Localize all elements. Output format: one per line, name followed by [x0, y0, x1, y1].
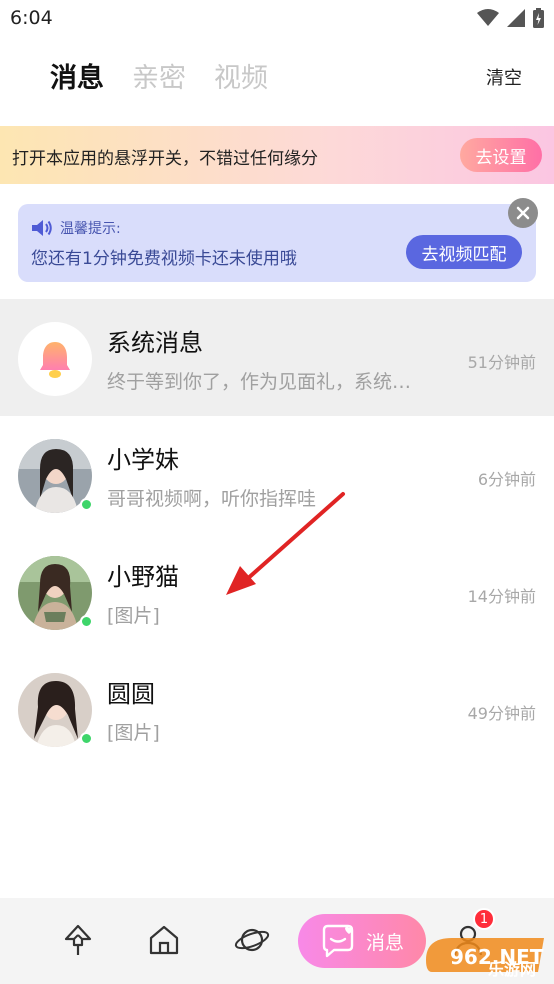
tip-title: 温馨提示:: [60, 221, 121, 237]
tip-header: 温馨提示:: [30, 218, 121, 238]
nav-tree[interactable]: [58, 920, 98, 960]
wifi-icon: [477, 9, 499, 26]
conversation-item[interactable]: 小野猫 [图片] 14分钟前: [0, 533, 554, 650]
conversation-preview: 终于等到你了，作为见面礼，系统…: [107, 371, 412, 393]
conversation-time: 14分钟前: [467, 587, 536, 606]
conversation-time: 49分钟前: [467, 704, 536, 723]
status-icons: [477, 8, 544, 28]
conversation-system[interactable]: 系统消息 终于等到你了，作为见面礼，系统… 51分钟前: [0, 299, 554, 416]
battery-icon: [533, 8, 544, 28]
go-settings-button[interactable]: 去设置: [460, 138, 542, 172]
chat-icon: [322, 924, 354, 958]
nav-planet[interactable]: [232, 920, 272, 960]
tip-card: 温馨提示: 您还有1分钟免费视频卡还未使用哦 去视频匹配: [18, 204, 536, 282]
clear-button[interactable]: 清空: [486, 64, 522, 90]
online-indicator: [80, 615, 93, 628]
tab-messages[interactable]: 消息: [50, 56, 104, 95]
nav-messages[interactable]: 消息: [298, 914, 426, 968]
close-icon: [516, 206, 530, 220]
online-indicator: [80, 498, 93, 511]
conversation-item[interactable]: 圆圆 [图片] 49分钟前: [0, 650, 554, 767]
conversation-name: 圆圆: [107, 680, 155, 708]
conversation-preview: [图片]: [107, 722, 160, 744]
conversation-name: 小野猫: [107, 563, 179, 591]
nav-messages-label: 消息: [365, 931, 404, 954]
float-banner-text: 打开本应用的悬浮开关，不错过任何缘分: [12, 149, 318, 169]
close-tip-button[interactable]: [508, 198, 538, 228]
conversation-preview: 哥哥视频啊，听你指挥哇: [107, 488, 317, 510]
bell-icon: [40, 342, 70, 378]
status-bar: 6:04: [0, 0, 554, 38]
watermark: 962.NET 乐游网: [416, 926, 550, 982]
conversation-preview: [图片]: [107, 605, 160, 627]
conversation-time: 51分钟前: [467, 353, 536, 372]
top-tabs: 消息 亲密 视频: [50, 56, 268, 95]
tree-icon: [64, 924, 92, 955]
video-match-button[interactable]: 去视频匹配: [406, 235, 522, 269]
conversation-name: 小学妹: [107, 446, 179, 474]
watermark-text: 乐游网: [487, 960, 536, 979]
nav-home[interactable]: [144, 920, 184, 960]
tip-body: 您还有1分钟免费视频卡还未使用哦: [31, 249, 297, 269]
speaker-icon: [32, 220, 52, 236]
tab-intimate[interactable]: 亲密: [132, 56, 186, 95]
signal-icon: [507, 9, 525, 27]
system-avatar: [18, 322, 92, 396]
conversation-item[interactable]: 小学妹 哥哥视频啊，听你指挥哇 6分钟前: [0, 416, 554, 533]
online-indicator: [80, 732, 93, 745]
tab-video[interactable]: 视频: [214, 56, 268, 95]
home-icon: [149, 925, 179, 955]
conversation-time: 6分钟前: [477, 470, 536, 489]
float-permission-banner: 打开本应用的悬浮开关，不错过任何缘分 去设置: [0, 126, 554, 184]
planet-icon: [234, 928, 270, 952]
status-time: 6:04: [10, 7, 53, 29]
conversation-name: 系统消息: [107, 329, 203, 357]
